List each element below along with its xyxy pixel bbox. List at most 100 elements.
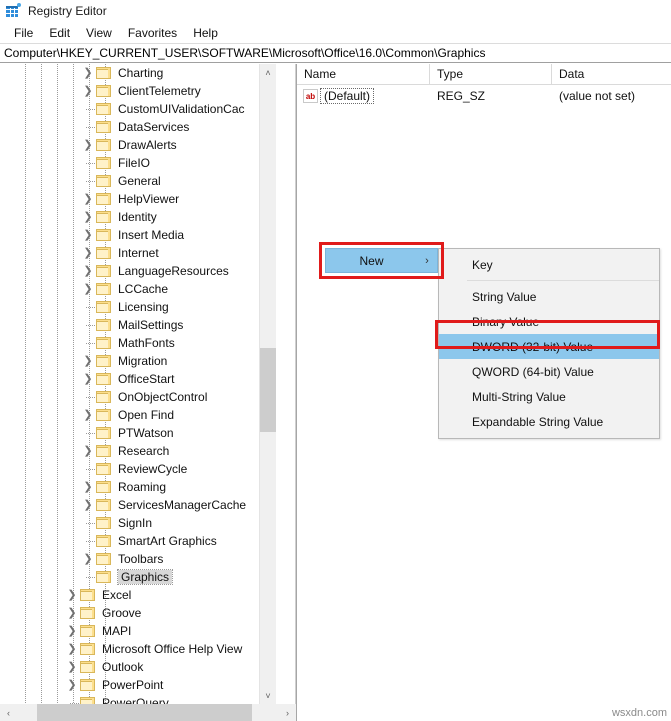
chevron-right-icon[interactable]: ❯	[64, 586, 80, 604]
scroll-down-icon[interactable]: ˅	[260, 687, 276, 704]
tree-item[interactable]: SignIn	[0, 514, 296, 532]
hscroll-track[interactable]	[17, 704, 279, 721]
tree-leaf-connector-icon	[80, 118, 96, 136]
chevron-right-icon[interactable]: ❯	[80, 442, 96, 460]
chevron-right-icon[interactable]: ❯	[64, 604, 80, 622]
tree-item[interactable]: ❯ LCCache	[0, 280, 296, 298]
tree-item[interactable]: MailSettings	[0, 316, 296, 334]
context-menu-item-new[interactable]: New ›	[325, 248, 438, 273]
column-header-data[interactable]: Data	[552, 64, 671, 85]
scroll-left-icon[interactable]: ‹	[0, 704, 17, 721]
submenu-item[interactable]: String Value	[439, 284, 659, 309]
tree-item[interactable]: ❯ Charting	[0, 64, 296, 82]
tree-item[interactable]: ❯ Microsoft Office Help View	[0, 640, 296, 658]
tree-item-label: Internet	[118, 246, 159, 260]
tree-item[interactable]: PTWatson	[0, 424, 296, 442]
chevron-right-icon[interactable]: ❯	[80, 406, 96, 424]
menu-view[interactable]: View	[78, 24, 120, 42]
chevron-right-icon[interactable]: ❯	[80, 352, 96, 370]
chevron-right-icon[interactable]: ❯	[80, 550, 96, 568]
chevron-right-icon[interactable]: ❯	[64, 658, 80, 676]
tree-item[interactable]: ReviewCycle	[0, 460, 296, 478]
tree-item[interactable]: ❯ Excel	[0, 586, 296, 604]
registry-path-bar[interactable]: Computer\HKEY_CURRENT_USER\SOFTWARE\Micr…	[0, 43, 671, 63]
tree-item-label: MAPI	[102, 624, 132, 638]
chevron-right-icon[interactable]: ❯	[80, 208, 96, 226]
chevron-right-icon[interactable]: ❯	[80, 262, 96, 280]
tree-item[interactable]: MathFonts	[0, 334, 296, 352]
tree-item[interactable]: ❯ Outlook	[0, 658, 296, 676]
tree-item[interactable]: PowerQuery	[0, 694, 296, 704]
tree-item[interactable]: ❯ Groove	[0, 604, 296, 622]
chevron-right-icon[interactable]: ❯	[80, 280, 96, 298]
tree-item[interactable]: FileIO	[0, 154, 296, 172]
scroll-right-icon[interactable]: ›	[279, 704, 296, 721]
tree-item[interactable]: OnObjectControl	[0, 388, 296, 406]
tree-item[interactable]: ❯ Open Find	[0, 406, 296, 424]
tree-item-label: FileIO	[118, 156, 151, 170]
submenu-item[interactable]: Multi-String Value	[439, 384, 659, 409]
menu-favorites[interactable]: Favorites	[120, 24, 185, 42]
tree-item-label: SmartArt Graphics	[118, 534, 217, 548]
column-header-name[interactable]: Name	[297, 63, 430, 85]
chevron-right-icon[interactable]: ❯	[80, 244, 96, 262]
folder-icon	[96, 534, 113, 548]
chevron-right-icon[interactable]: ❯	[64, 676, 80, 694]
tree-leaf-connector-icon	[80, 100, 96, 118]
tree-item[interactable]: ❯ MAPI	[0, 622, 296, 640]
registry-tree-pane[interactable]: ❯ Charting ❯ ClientTelemetry CustomUIValidat…	[0, 64, 296, 704]
tree-horizontal-scrollbar[interactable]: ‹ ›	[0, 704, 296, 721]
submenu-item[interactable]: Key	[439, 252, 659, 277]
tree-item[interactable]: SmartArt Graphics	[0, 532, 296, 550]
chevron-right-icon[interactable]: ❯	[80, 64, 96, 82]
scroll-up-icon[interactable]: ˄	[260, 64, 276, 81]
tree-item[interactable]: ❯ Internet	[0, 244, 296, 262]
tree-item-label: PowerQuery	[102, 696, 169, 704]
tree-item[interactable]: CustomUIValidationCac	[0, 100, 296, 118]
chevron-right-icon[interactable]: ❯	[80, 496, 96, 514]
chevron-right-icon[interactable]: ❯	[80, 190, 96, 208]
tree-item[interactable]: ❯ PowerPoint	[0, 676, 296, 694]
chevron-right-icon[interactable]: ❯	[80, 136, 96, 154]
chevron-right-icon[interactable]: ❯	[80, 82, 96, 100]
folder-icon	[96, 138, 113, 152]
tree-vscroll-thumb[interactable]	[260, 348, 276, 432]
submenu-item[interactable]: DWORD (32-bit) Value	[439, 334, 659, 359]
chevron-right-icon[interactable]: ❯	[80, 370, 96, 388]
tree-item[interactable]: Licensing	[0, 298, 296, 316]
submenu-item[interactable]: QWORD (64-bit) Value	[439, 359, 659, 384]
tree-item[interactable]: General	[0, 172, 296, 190]
tree-leaf-connector-icon	[80, 298, 96, 316]
new-submenu[interactable]: Key String Value Binary Value DWORD (32-bit…	[438, 248, 660, 439]
submenu-item[interactable]: Binary Value	[439, 309, 659, 334]
tree-item[interactable]: ❯ Roaming	[0, 478, 296, 496]
menu-help[interactable]: Help	[185, 24, 226, 42]
tree-vertical-scrollbar[interactable]: ˄ ˅	[259, 64, 276, 704]
tree-item[interactable]: ❯ Identity	[0, 208, 296, 226]
hscroll-thumb[interactable]	[37, 704, 252, 721]
tree-item[interactable]: ❯ Insert Media	[0, 226, 296, 244]
folder-icon	[96, 498, 113, 512]
tree-item[interactable]: ❯ ClientTelemetry	[0, 82, 296, 100]
tree-item[interactable]: ❯ LanguageResources	[0, 262, 296, 280]
tree-item[interactable]: DataServices	[0, 118, 296, 136]
submenu-item[interactable]: Expandable String Value	[439, 409, 659, 434]
column-header-type[interactable]: Type	[430, 63, 552, 85]
menu-file[interactable]: File	[6, 24, 41, 42]
chevron-right-icon[interactable]: ❯	[80, 478, 96, 496]
chevron-right-icon[interactable]: ❯	[64, 640, 80, 658]
tree-item[interactable]: Graphics	[0, 568, 296, 586]
tree-item[interactable]: ❯ ServicesManagerCache	[0, 496, 296, 514]
tree-item[interactable]: ❯ Research	[0, 442, 296, 460]
tree-item[interactable]: ❯ DrawAlerts	[0, 136, 296, 154]
tree-item[interactable]: ❯ OfficeStart	[0, 370, 296, 388]
value-row[interactable]: ab (Default) REG_SZ (value not set)	[297, 85, 671, 107]
tree-item[interactable]: ❯ Toolbars	[0, 550, 296, 568]
menu-edit[interactable]: Edit	[41, 24, 78, 42]
folder-icon	[96, 552, 113, 566]
tree-item[interactable]: ❯ HelpViewer	[0, 190, 296, 208]
tree-item[interactable]: ❯ Migration	[0, 352, 296, 370]
tree-pane-splitter[interactable]	[276, 64, 296, 704]
chevron-right-icon[interactable]: ❯	[80, 226, 96, 244]
chevron-right-icon[interactable]: ❯	[64, 622, 80, 640]
